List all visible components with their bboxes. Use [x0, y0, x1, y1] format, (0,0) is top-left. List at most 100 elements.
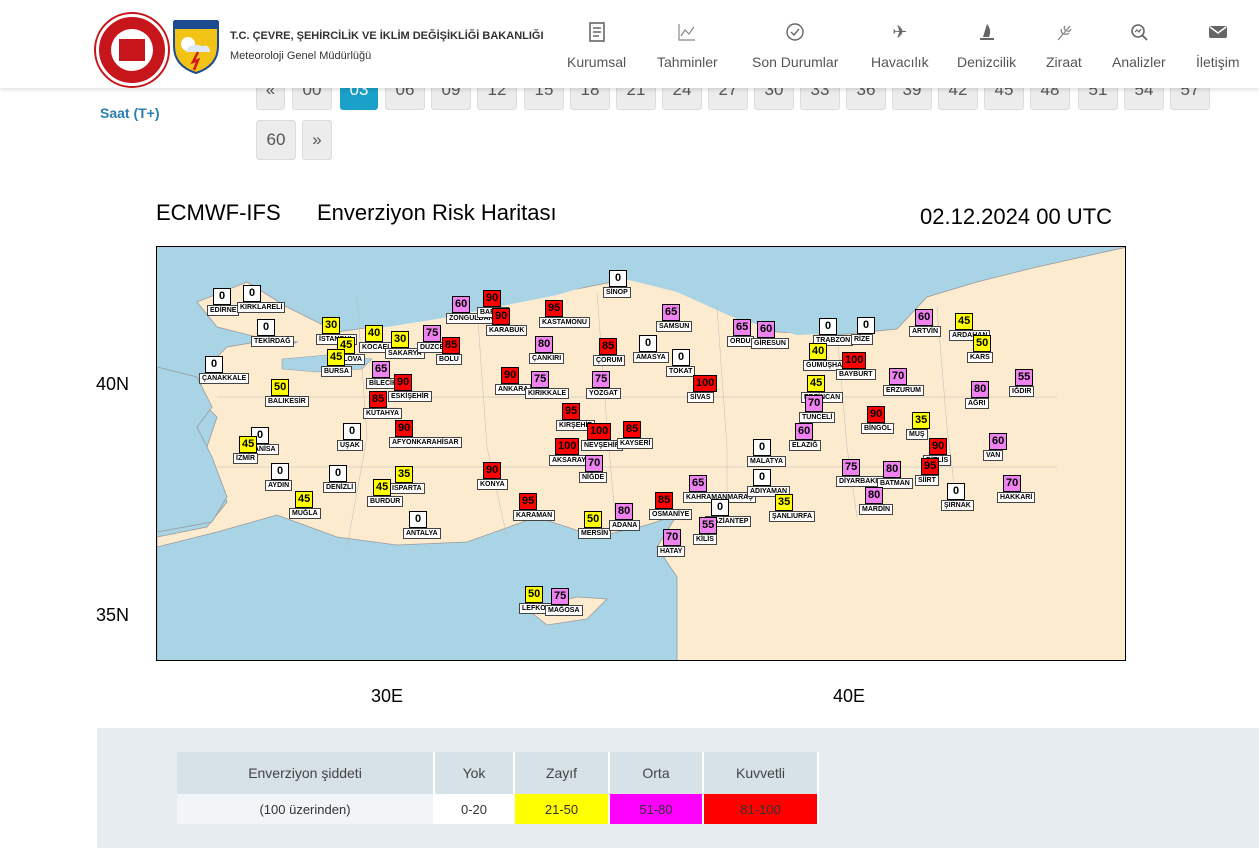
station-value: 45: [955, 313, 974, 330]
station-value: 80: [535, 336, 554, 353]
hour-label: Saat (T+): [100, 105, 160, 121]
station-value: 75: [592, 371, 611, 388]
station-value: 75: [551, 588, 570, 605]
station-name: KIRIKKALE: [525, 388, 570, 399]
station-value: 65: [733, 319, 752, 336]
legend-header-zayif: Zayıf: [514, 752, 610, 794]
station-value: 90: [501, 367, 520, 384]
station-name: KAYSERİ: [617, 438, 654, 449]
airplane-icon: ✈: [892, 21, 908, 42]
legend-header-row: Enverziyon şiddeti Yok Zayıf Orta Kuvvet…: [177, 752, 819, 794]
legend-table: Enverziyon şiddeti Yok Zayıf Orta Kuvvet…: [177, 752, 819, 824]
station-value: 0: [753, 469, 771, 486]
station-value: 100: [693, 375, 718, 392]
station-name: ŞANLIURFA: [769, 511, 816, 522]
station-name: UŞAK: [337, 440, 363, 451]
station-value: 40: [365, 325, 384, 342]
station-value: 0: [609, 270, 627, 287]
station-value: 90: [867, 406, 886, 423]
station-value: 100: [587, 423, 612, 440]
station-value: 75: [423, 325, 442, 342]
legend-range-zayif: 21-50: [514, 794, 610, 824]
legend-range-kuvvetli: 81-100: [703, 794, 819, 824]
nav-ziraat-label: Ziraat: [1046, 54, 1082, 70]
station-value: 35: [395, 466, 414, 483]
station-value: 0: [947, 483, 965, 500]
station-name: MAĞOSA: [545, 605, 583, 616]
station-name: KÜTAHYA: [363, 408, 403, 419]
station-value: 50: [973, 335, 992, 352]
station-value: 75: [531, 371, 550, 388]
nav-kurumsal-label: Kurumsal: [567, 54, 627, 70]
station-name: SİİRT: [915, 475, 939, 486]
site-header: METEOROLOJİ T.C. ÇEVRE, ŞEHİRCİLİK VE İK…: [0, 0, 1259, 88]
station-name: ISPARTA: [389, 483, 425, 494]
ministry-name: T.C. ÇEVRE, ŞEHİRCİLİK VE İKLİM DEĞİŞİKL…: [230, 30, 544, 42]
station-name: MARDİN: [859, 504, 893, 515]
station-value: 80: [971, 381, 990, 398]
nav-denizcilik-label: Denizcilik: [957, 54, 1017, 70]
nav-son-durumlar[interactable]: Son Durumlar: [752, 20, 838, 70]
station-value: 95: [545, 300, 564, 317]
station-name: KARAMAN: [513, 510, 556, 521]
station-value: 60: [757, 321, 776, 338]
station-value: 60: [795, 423, 814, 440]
hour-button-60[interactable]: 60: [256, 120, 296, 160]
meteorology-logo[interactable]: [172, 16, 220, 74]
ministry-building-icon: [119, 39, 145, 61]
inversion-risk-map: EDİRNE0KIRKLARELİ0TEKİRDAĞ0İSTANBUL30KOC…: [156, 246, 1126, 661]
station-name: ŞIRNAK: [941, 500, 974, 511]
station-name: BURSA: [321, 366, 352, 377]
legend-header-severity: Enverziyon şiddeti: [177, 752, 435, 794]
ministry-logo[interactable]: [96, 14, 168, 86]
station-name: SİNOP: [603, 287, 631, 298]
nav-ziraat[interactable]: Ziraat: [1046, 20, 1082, 70]
station-name: BALIKESİR: [265, 396, 309, 407]
station-value: 45: [373, 479, 392, 496]
station-name: NİĞDE: [579, 472, 608, 483]
station-name: KİLİS: [693, 534, 717, 545]
station-name: MALATYA: [747, 456, 787, 467]
station-value: 0: [711, 499, 729, 516]
hour-button-next[interactable]: »: [302, 120, 332, 160]
station-value: 85: [369, 391, 388, 408]
lon-label-30e: 30E: [371, 686, 404, 706]
station-value: 0: [753, 439, 771, 456]
lat-label-40n: 40N: [96, 374, 130, 394]
station-value: 70: [805, 395, 824, 412]
station-value: 100: [842, 352, 867, 369]
station-value: 50: [584, 511, 603, 528]
station-name: SAMSUN: [656, 321, 693, 332]
station-value: 70: [585, 455, 604, 472]
station-name: EDİRNE: [207, 305, 240, 316]
station-value: 45: [295, 491, 314, 508]
station-name: VAN: [983, 450, 1004, 461]
station-value: 65: [662, 304, 681, 321]
station-name: ANTALYA: [403, 528, 441, 539]
station-name: BİNGÖL: [861, 423, 895, 434]
nav-kurumsal[interactable]: Kurumsal: [567, 20, 626, 70]
legend-header-kuvvetli: Kuvvetli: [703, 752, 819, 794]
station-value: 60: [989, 433, 1008, 450]
nav-iletisim[interactable]: İletişim: [1196, 20, 1240, 70]
station-value: 90: [483, 290, 502, 307]
station-name: HATAY: [657, 546, 686, 557]
station-value: 45: [807, 375, 826, 392]
legend-value-row: (100 üzerinden) 0-20 21-50 51-80 81-100: [177, 794, 819, 824]
station-value: 45: [327, 349, 346, 366]
station-name: OSMANİYE: [649, 509, 693, 520]
station-name: KARABÜK: [486, 325, 528, 336]
station-name: ERZURUM: [883, 385, 924, 396]
station-value: 45: [239, 436, 258, 453]
directorate-name: Meteoroloji Genel Müdürlüğü: [230, 50, 372, 62]
sailboat-icon: [957, 20, 1016, 44]
station-value: 95: [562, 403, 581, 420]
nav-havacilik[interactable]: ✈ Havacılık: [871, 20, 929, 71]
nav-analizler[interactable]: Analizler: [1112, 20, 1166, 70]
legend-header-orta: Orta: [609, 752, 704, 794]
nav-tahminler[interactable]: Tahminler: [657, 20, 718, 70]
station-name: KIRKLARELİ: [237, 302, 286, 313]
station-value: 90: [929, 438, 948, 455]
station-name: YOZGAT: [586, 388, 621, 399]
nav-denizcilik[interactable]: Denizcilik: [957, 20, 1016, 70]
